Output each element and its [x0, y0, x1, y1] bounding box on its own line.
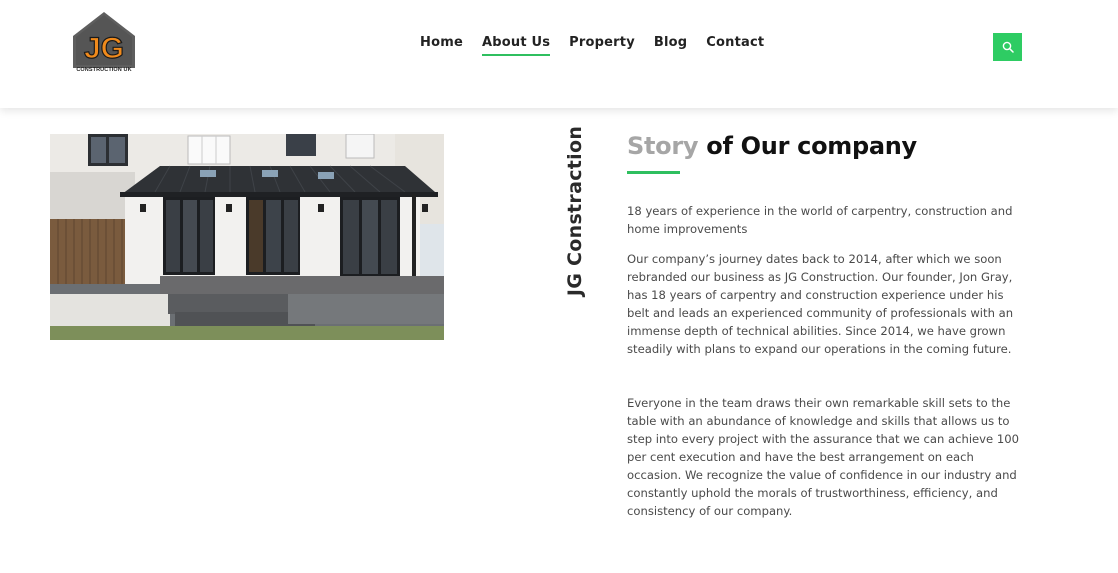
logo-subtitle: CONSTRUCTION UK [76, 67, 132, 73]
logo-house-icon: JG [73, 12, 135, 68]
team-paragraph: Everyone in the team draws their own rem… [627, 396, 1019, 518]
nav-blog[interactable]: Blog [654, 35, 687, 56]
nav-home[interactable]: Home [420, 35, 463, 56]
heading-underline [627, 171, 680, 174]
nav-property[interactable]: Property [569, 35, 635, 56]
nav-about-us[interactable]: About Us [481, 35, 551, 56]
main-nav: Home About Us Property Blog Contact [420, 35, 764, 56]
story-heading-rest: of Our company [698, 132, 917, 160]
site-header: JG CONSTRUCTION UK Home About Us Propert… [0, 0, 1118, 108]
story-heading: Story of Our company [627, 132, 917, 160]
intro-paragraph: 18 years of experience in the world of c… [627, 204, 1013, 236]
story-heading-muted: Story [627, 132, 699, 160]
logo-letters: JG [84, 32, 124, 65]
house-photo [50, 134, 444, 340]
search-icon [1002, 41, 1014, 53]
vertical-company-title: JG Constraction [564, 125, 586, 297]
logo[interactable]: JG CONSTRUCTION UK [72, 12, 136, 78]
history-paragraph: Our company’s journey dates back to 2014… [627, 252, 1014, 356]
search-button[interactable] [993, 33, 1022, 61]
nav-contact[interactable]: Contact [706, 35, 764, 56]
